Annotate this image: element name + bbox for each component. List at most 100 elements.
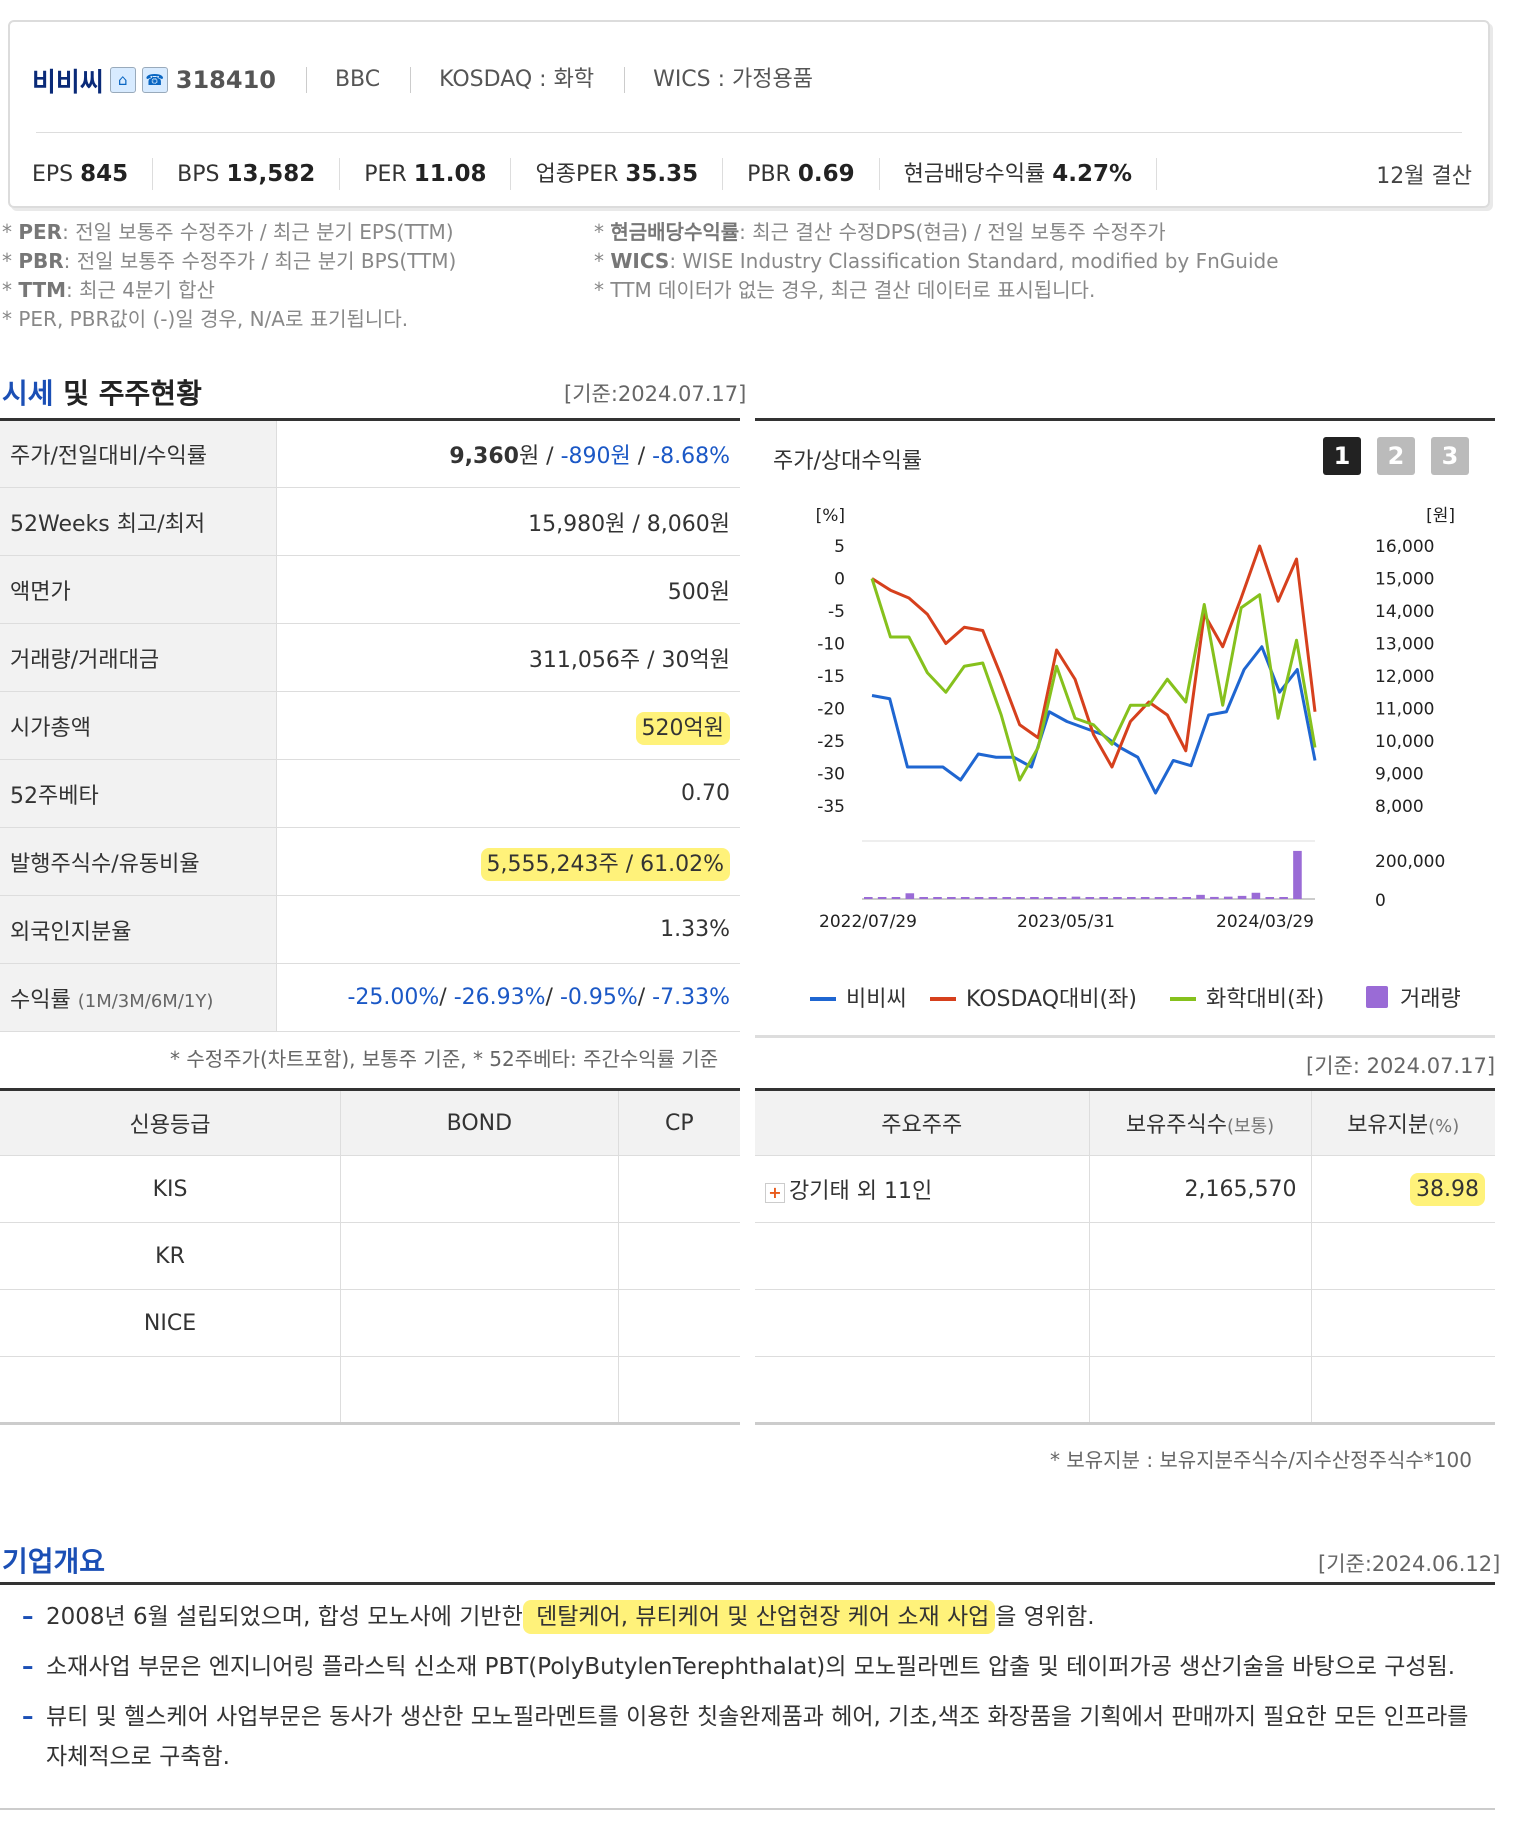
- market-footnote: * 수정주가(차트포함), 보통주 기준, * 52주베타: 주간수익률 기준: [170, 1047, 719, 1071]
- y2-tick-label: 14,000: [1375, 602, 1434, 622]
- metric-per: PER 11.08: [340, 158, 512, 190]
- y-tick-label: -10: [817, 635, 845, 655]
- price-chart-panel: 주가/상대수익률 1 2 3 5 0 -5 -10 -15 -20 -25 -30 -35 [%]…: [755, 418, 1495, 1038]
- table-row: 외국인지분율 1.33%: [0, 895, 740, 964]
- vol-tick-label: 200,000: [1375, 852, 1445, 872]
- metric-eps: EPS 845: [32, 158, 154, 190]
- series-line-2: [871, 544, 1317, 769]
- volume-bar: [933, 897, 942, 899]
- volume-bar: [1293, 850, 1302, 899]
- metric-dividend-yield: 현금배당수익률 4.27%: [880, 158, 1158, 190]
- legend-label: 비비씨: [846, 987, 907, 1012]
- notes-left: * PER: 전일 보통주 수정주가 / 최근 분기 EPS(TTM) * PB…: [2, 220, 457, 331]
- stock-code: 318410: [175, 66, 276, 94]
- section-title-market: 시세 및 주주현황: [2, 377, 202, 410]
- volume-bar: [891, 897, 901, 899]
- expand-icon[interactable]: +: [765, 1183, 785, 1203]
- table-row: 52주베타 0.70: [0, 759, 740, 828]
- table-row: 액면가 500원: [0, 555, 740, 624]
- volume-bar: [1279, 897, 1288, 899]
- volume-bar: [1140, 897, 1150, 899]
- legend-label: KOSDAQ대비(좌): [966, 987, 1137, 1012]
- volume-bar: [1154, 897, 1164, 899]
- y-tick-label: 0: [834, 570, 845, 590]
- volume-bar: [1030, 897, 1039, 899]
- y-tick-label: -25: [817, 732, 845, 752]
- legend-label: 거래량: [1400, 987, 1461, 1012]
- volume-bar: [1265, 897, 1275, 899]
- volume-bar: [905, 893, 915, 899]
- company-name: 비비씨: [32, 67, 104, 98]
- notes-right: * 현금배당수익률: 최근 결산 수정DPS(현금) / 전일 보통주 수정주가…: [594, 220, 1279, 302]
- volume-bar: [974, 897, 984, 899]
- y-axis-unit: [%]: [816, 506, 845, 526]
- volume-bar: [1127, 897, 1136, 899]
- volume-bar: [877, 897, 887, 899]
- volume-bar: [1016, 897, 1025, 899]
- y2-tick-label: 15,000: [1375, 570, 1434, 590]
- volume-bar: [1196, 894, 1205, 899]
- table-row: 52Weeks 최고/최저 15,980원 / 8,060원: [0, 487, 740, 556]
- series-line-3: [870, 578, 1317, 782]
- section-title-overview: 기업개요: [2, 1545, 106, 1578]
- company-info-row: 비비씨 ⌂ ☎ 318410 BBC KOSDAQ : 화학 WICS : 가정…: [32, 58, 1462, 102]
- wics-sector: WICS : 가정용품: [624, 67, 813, 93]
- home-icon[interactable]: ⌂: [109, 67, 136, 93]
- table-row: 시가총액 520억원: [0, 691, 740, 760]
- y2-tick-label: 8,000: [1375, 797, 1424, 817]
- y-tick-label: -20: [817, 700, 845, 720]
- volume-bar: [960, 897, 970, 899]
- y2-tick-label: 16,000: [1375, 537, 1434, 557]
- table-row: [755, 1289, 1495, 1357]
- y-tick-label: -35: [817, 797, 845, 817]
- volume-bar: [1168, 897, 1178, 899]
- vol-tick-label: 0: [1375, 891, 1386, 911]
- volume-bar: [947, 897, 956, 899]
- x-tick-label: 2024/03/29: [1216, 912, 1314, 932]
- volume-bar: [1113, 897, 1122, 899]
- table-row: [755, 1222, 1495, 1290]
- phone-icon[interactable]: ☎: [141, 67, 168, 93]
- table-row: [0, 1356, 740, 1424]
- table-row: + 강기태 외 11인 2,165,570 38.98: [755, 1155, 1495, 1223]
- y2-tick-label: 9,000: [1375, 765, 1424, 785]
- overview-list: –2008년 6월 설립되었으며, 합성 모노사에 기반한 덴탈케어, 뷰티케어…: [0, 1582, 1495, 1787]
- table-row: [755, 1356, 1495, 1424]
- volume-bar: [1099, 897, 1108, 899]
- table-row: 발행주식수/유동비율 5,555,243주 / 61.02%: [0, 827, 740, 896]
- overview-basis-date: [기준:2024.06.12]: [1318, 1552, 1501, 1576]
- table-row: KIS: [0, 1155, 740, 1223]
- volume-bar: [1085, 897, 1095, 899]
- holder-pct: 38.98: [1410, 1172, 1485, 1206]
- y2-tick-label: 12,000: [1375, 667, 1434, 687]
- table-row: KR: [0, 1222, 740, 1290]
- table-row: 거래량/거래대금 311,056주 / 30억원: [0, 623, 740, 692]
- table-row: 수익률 (1M/3M/6M/1Y) -25.00%/ -26.93%/ -0.9…: [0, 963, 740, 1032]
- y-tick-label: 5: [834, 537, 845, 557]
- volume-bar: [1002, 897, 1012, 899]
- series-line-1: [871, 645, 1317, 795]
- y-tick-label: -15: [817, 667, 845, 687]
- list-item: – 소재사업 부문은 엔지니어링 플라스틱 신소재 PBT(PolyButylen…: [22, 1654, 1456, 1680]
- y-tick-label: -30: [817, 765, 845, 785]
- market-sector: KOSDAQ : 화학: [410, 67, 594, 93]
- volume-bar: [1182, 897, 1191, 899]
- volume-bar: [1043, 897, 1053, 899]
- credit-table: 신용등급 BOND CP KIS KR NICE: [0, 1088, 740, 1425]
- volume-bar: [1237, 895, 1247, 899]
- metric-sector-per: 업종PER 35.35: [511, 158, 724, 190]
- price-chart: 5 0 -5 -10 -15 -20 -25 -30 -35 [%] 16,000 15,000 14,…: [810, 506, 1461, 1012]
- volume-bar: [1251, 892, 1261, 899]
- company-header-card: 비비씨 ⌂ ☎ 318410 BBC KOSDAQ : 화학 WICS : 가정…: [8, 20, 1490, 208]
- x-tick-label: 2023/05/31: [1017, 912, 1115, 932]
- volume-bar: [864, 897, 873, 899]
- y2-tick-label: 10,000: [1375, 732, 1434, 752]
- metrics-row: EPS 845 BPS 13,582 PER 11.08 업종PER 35.35…: [32, 154, 1472, 194]
- table-row: 주가/전일대비/수익률 9,360원 / -890원 / -8.68%: [0, 419, 740, 488]
- eng-name: BBC: [305, 67, 380, 93]
- y-tick-label: -5: [828, 602, 845, 622]
- x-tick-label: 2022/07/29: [819, 912, 917, 932]
- volume-bar: [1210, 896, 1219, 899]
- metric-pbr: PBR 0.69: [723, 158, 880, 190]
- holders-footnote: * 보유지분 : 보유지분주식수/지수산정주식수*100: [1050, 1448, 1472, 1472]
